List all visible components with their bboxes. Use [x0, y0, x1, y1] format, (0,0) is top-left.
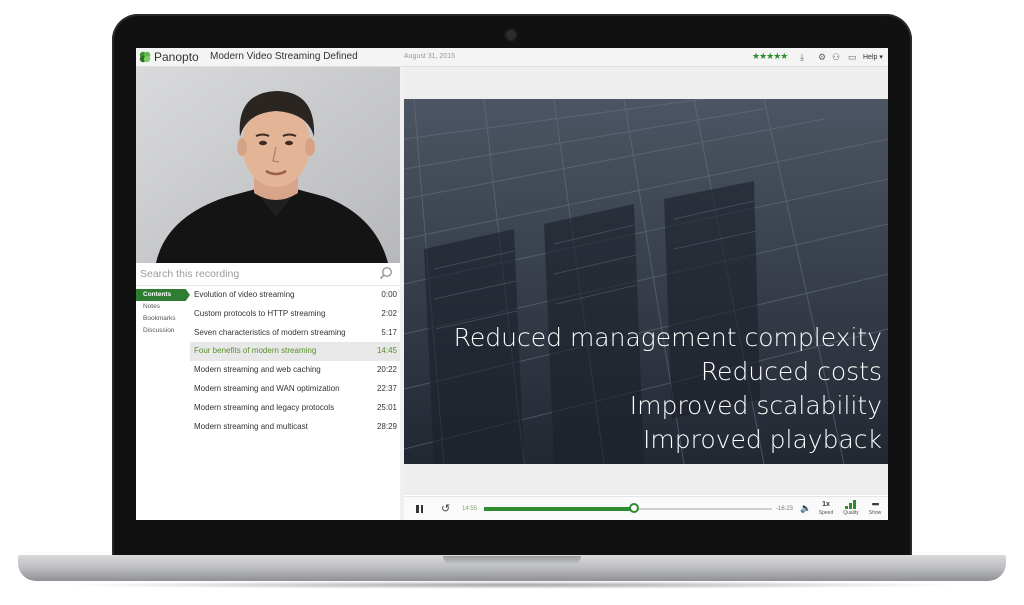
item-time: 20:22 — [376, 365, 397, 375]
seek-handle[interactable] — [628, 503, 639, 513]
speed-value: 1x — [822, 501, 830, 508]
top-bar: Panopto Modern Video Streaming Defined A… — [136, 48, 888, 67]
item-time: 22:37 — [376, 383, 397, 393]
recording-date: August 31, 2015 — [404, 53, 455, 60]
slide-view[interactable]: Reduced management complexity Reduced co… — [404, 99, 888, 464]
panopto-logo-icon — [139, 51, 151, 63]
slide-line: Improved playback — [643, 425, 882, 454]
item-time: 28:29 — [376, 421, 397, 431]
item-title: Modern streaming and multicast — [194, 421, 308, 431]
more-icon: ▪▪▪ — [871, 499, 880, 509]
webcam-lens — [506, 30, 516, 40]
laptop-shadow — [60, 581, 964, 589]
list-item[interactable]: Modern streaming and legacy protocols 25:… — [190, 399, 400, 418]
tab-notes[interactable]: Notes — [136, 301, 192, 313]
player-controls: ↺ 14:55 -16:23 🔈 1x Speed Quality ▪▪▪ Sh… — [404, 496, 888, 520]
show-button[interactable]: ▪▪▪ Show — [863, 499, 887, 517]
tab-bookmarks[interactable]: Bookmarks — [136, 313, 192, 325]
item-time: 14:45 — [376, 346, 397, 356]
item-time: 2:02 — [381, 308, 397, 318]
screen: Panopto Modern Video Streaming Defined A… — [136, 48, 888, 520]
speed-label: Speed — [818, 510, 834, 516]
rewind-icon[interactable]: ↺ — [441, 502, 450, 515]
download-icon[interactable]: ⤓ — [800, 51, 804, 63]
list-item-active[interactable]: Four benefits of modern streaming 14:45 — [190, 342, 400, 362]
show-label: Show — [868, 510, 882, 516]
seek-progress — [484, 507, 634, 511]
list-item[interactable]: Modern streaming and web caching 20:22 — [190, 361, 400, 380]
item-title: Evolution of video streaming — [194, 290, 295, 299]
speed-button[interactable]: 1x Speed — [814, 500, 838, 516]
list-item[interactable]: Custom protocols to HTTP streaming 2:02 — [190, 305, 400, 324]
quality-button[interactable]: Quality — [839, 500, 863, 516]
list-item[interactable]: Modern streaming and WAN optimization 22:… — [190, 380, 400, 399]
fullscreen-icon[interactable]: ▭ — [848, 51, 857, 63]
quality-label: Quality — [843, 510, 859, 516]
item-title: Modern streaming and legacy protocols — [194, 402, 335, 412]
list-item[interactable]: Modern streaming and multicast 28:29 — [190, 418, 400, 437]
share-icon[interactable]: ⚇ — [832, 51, 840, 63]
item-title: Four benefits of modern streaming — [194, 346, 317, 356]
search-bar — [136, 263, 400, 286]
item-time: 5:17 — [381, 327, 397, 337]
slide-line: Reduced costs — [700, 357, 882, 386]
search-input[interactable] — [140, 266, 372, 282]
seek-bar[interactable] — [484, 503, 772, 513]
pause-button[interactable] — [416, 505, 423, 513]
tab-discussion[interactable]: Discussion — [136, 325, 192, 337]
rating-stars[interactable]: ★★★★★ — [752, 51, 788, 62]
search-icon[interactable] — [379, 266, 393, 280]
contents-list: Evolution of video streaming 0:00 Custom … — [190, 286, 400, 436]
settings-icon[interactable]: ⚙ — [818, 51, 826, 63]
quality-icon — [845, 500, 857, 509]
presenter-figure — [136, 67, 400, 263]
item-title: Modern streaming and web caching — [194, 365, 321, 375]
tab-contents[interactable]: Contents — [136, 289, 190, 301]
item-time: 25:01 — [376, 402, 397, 412]
volume-icon[interactable]: 🔈 — [800, 503, 811, 514]
laptop-notch — [443, 556, 581, 565]
elapsed-time: 14:55 — [462, 506, 478, 512]
brand-name: Panopto — [154, 50, 199, 64]
help-menu[interactable]: Help ▾ — [863, 53, 883, 61]
side-tabs: Contents Notes Bookmarks Discussion — [136, 289, 192, 337]
list-item[interactable]: Evolution of video streaming 0:00 — [190, 286, 400, 305]
slide-line: Improved scalability — [629, 391, 882, 420]
item-time: 0:00 — [381, 290, 397, 299]
recording-title: Modern Video Streaming Defined — [210, 51, 358, 62]
item-title: Seven characteristics of modern streamin… — [194, 327, 346, 337]
slide-line: Reduced management complexity — [453, 323, 882, 352]
remaining-time: -16:23 — [776, 506, 794, 512]
presenter-video[interactable] — [136, 67, 400, 263]
item-title: Modern streaming and WAN optimization — [194, 383, 340, 393]
slide-text: Reduced management complexity Reduced co… — [454, 321, 882, 457]
item-title: Custom protocols to HTTP streaming — [194, 308, 326, 318]
list-item[interactable]: Seven characteristics of modern streamin… — [190, 324, 400, 343]
